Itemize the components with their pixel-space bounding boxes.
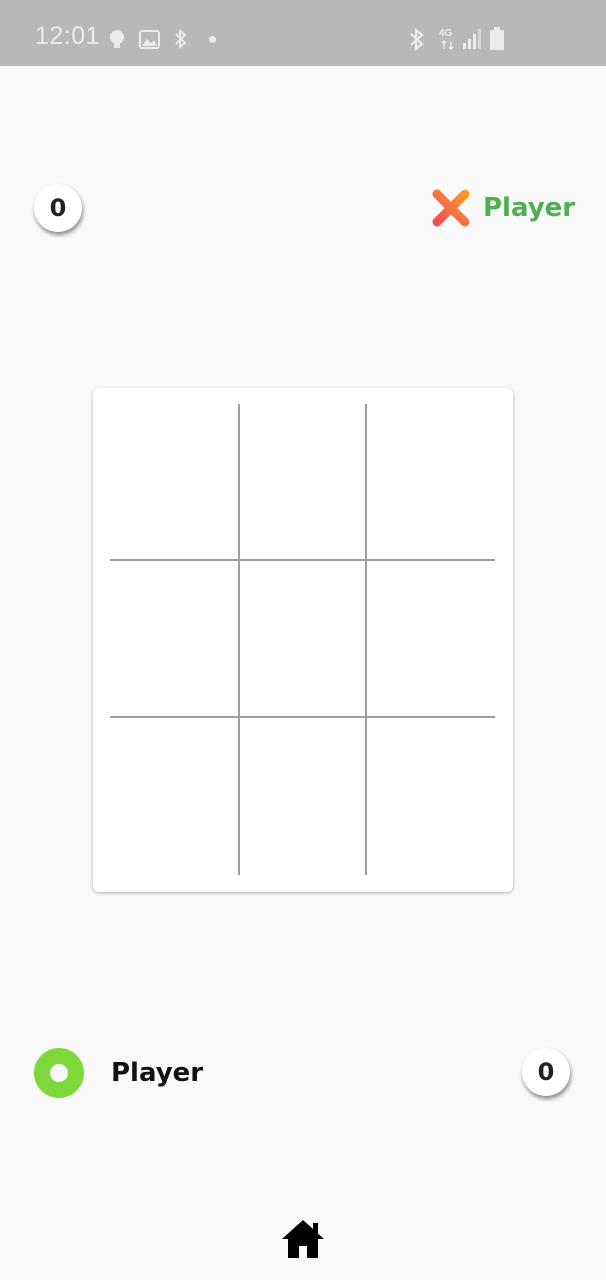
board-cell-3[interactable] xyxy=(367,404,495,559)
bottom-player-name: Player xyxy=(111,1058,204,1088)
x-icon xyxy=(432,189,470,227)
board-cell-8[interactable] xyxy=(240,718,365,875)
board-cell-9[interactable] xyxy=(367,718,495,875)
bluetooth-icon xyxy=(175,28,187,50)
home-icon[interactable] xyxy=(281,1219,325,1259)
board-cell-1[interactable] xyxy=(110,404,238,559)
board-cell-7[interactable] xyxy=(110,718,238,875)
battery-icon xyxy=(490,27,504,50)
game-board xyxy=(93,388,513,892)
board-cell-6[interactable] xyxy=(367,561,495,716)
bottom-player-score: 0 xyxy=(522,1048,570,1096)
signal-icon xyxy=(463,29,481,49)
top-player-name: Player xyxy=(483,193,576,223)
board-cell-4[interactable] xyxy=(110,561,238,716)
o-icon xyxy=(34,1048,84,1098)
board-cell-2[interactable] xyxy=(240,404,365,559)
image-icon xyxy=(139,30,160,49)
4g-icon: 4G xyxy=(439,28,457,52)
status-time: 12:01 xyxy=(35,22,101,50)
network-label: 4G xyxy=(439,28,453,39)
bluetooth-icon xyxy=(410,28,424,51)
board-cell-5[interactable] xyxy=(240,561,365,716)
lightbulb-icon xyxy=(110,30,124,48)
status-bar: 12:01 4G xyxy=(0,0,606,66)
top-player-score: 0 xyxy=(34,184,82,232)
dot-icon xyxy=(209,36,216,43)
